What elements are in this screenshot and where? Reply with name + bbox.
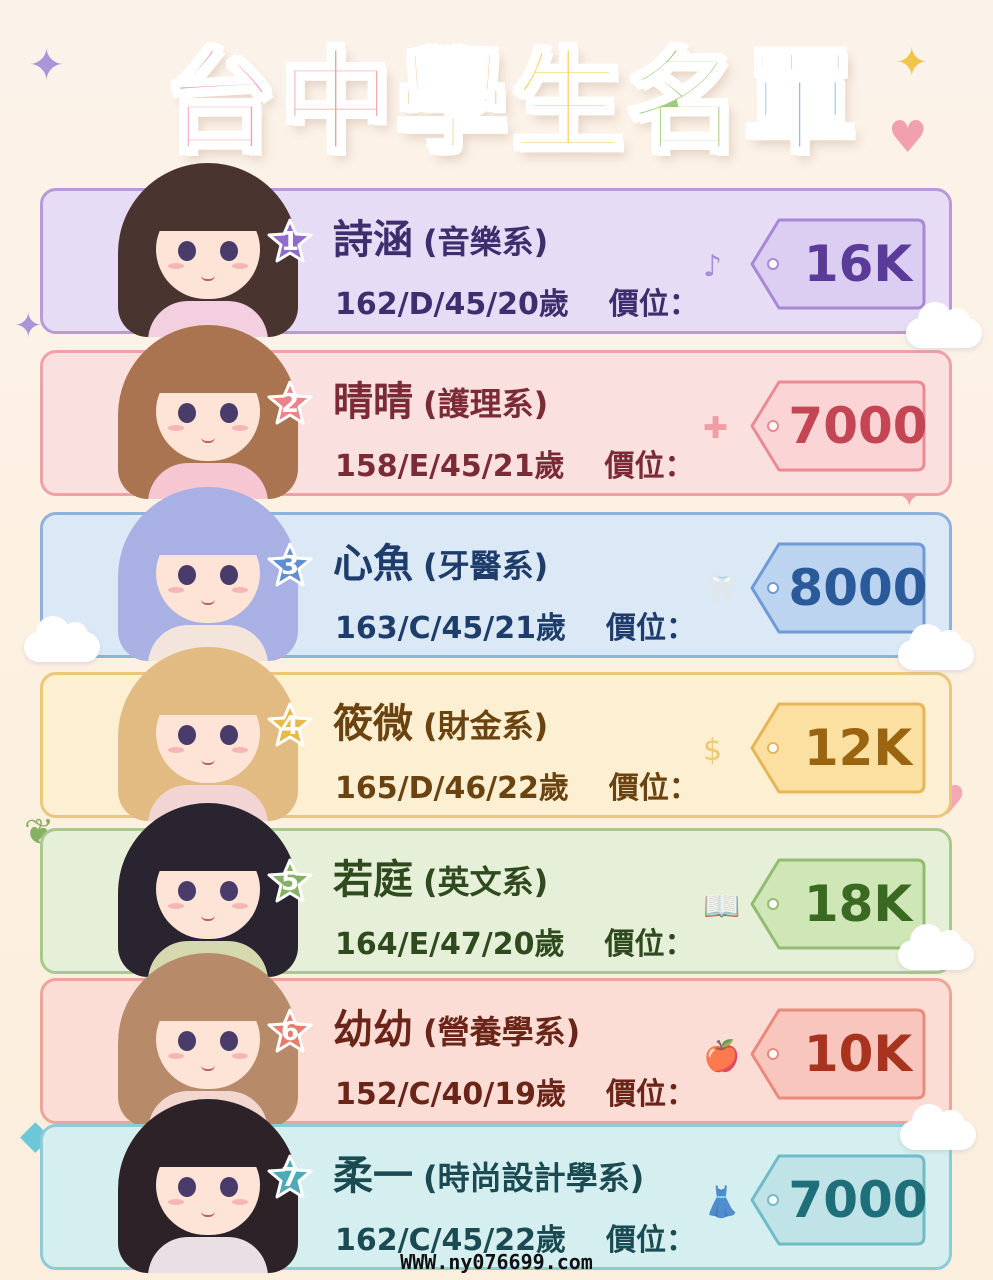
student-name: 幼幼: [333, 1007, 413, 1053]
price-label: 價位：: [604, 927, 695, 962]
title-char: 單: [742, 38, 858, 168]
student-card[interactable]: 4 筱微 (財金系) 165/D/46/22歲 價位： $ 12K: [40, 647, 952, 821]
heart-icon: ♥: [888, 112, 928, 163]
sparkle-icon: ✦: [14, 306, 43, 346]
student-department: (財金系): [423, 707, 549, 745]
rank-number: 5: [280, 867, 300, 897]
cloud-decoration: [906, 302, 982, 348]
student-name: 詩涵: [333, 217, 413, 263]
price-label: 價位：: [606, 1077, 697, 1112]
cloud-decoration: [24, 616, 100, 662]
price-value: 8000: [788, 559, 928, 617]
rank-number: 1: [280, 227, 300, 257]
price-tag[interactable]: 18K: [749, 857, 927, 951]
price-tag[interactable]: 12K: [749, 701, 927, 795]
price-label: 價位：: [604, 449, 695, 484]
book-icon: 📖: [703, 889, 741, 924]
price-value: 7000: [788, 1171, 928, 1229]
tooth-icon: 🦷: [703, 573, 741, 608]
dollar-icon: $: [703, 733, 723, 768]
student-card[interactable]: 7 柔一 (時尚設計學系) 162/C/45/22歲 價位： 👗 7000: [40, 1099, 952, 1273]
price-tag[interactable]: 10K: [749, 1007, 927, 1101]
medical-cross-icon: ✚: [703, 411, 729, 446]
price-tag[interactable]: 7000: [749, 379, 928, 473]
title-char: 台: [162, 38, 278, 168]
student-department: (音樂系): [423, 223, 549, 261]
music-note-icon: ♪: [703, 249, 723, 284]
rank-badge: 4: [265, 701, 315, 751]
rank-badge: 3: [265, 541, 315, 591]
title-char: 學: [394, 38, 510, 168]
price-tag[interactable]: 7000: [749, 1153, 928, 1247]
student-card[interactable]: 2 晴晴 (護理系) 158/E/45/21歲 價位： ✚ 7000: [40, 325, 952, 499]
student-name: 柔一: [333, 1153, 413, 1199]
cloud-decoration: [898, 924, 974, 970]
rank-badge: 5: [265, 857, 315, 907]
title-char: 中: [278, 38, 394, 168]
sparkle-icon: ✦: [895, 40, 929, 86]
student-stats: 165/D/46/22歲: [335, 771, 569, 806]
price-value: 16K: [803, 235, 913, 293]
title-char: 生: [510, 38, 626, 168]
student-name: 心魚: [333, 541, 413, 587]
cloud-decoration: [900, 1104, 976, 1150]
price-value: 12K: [803, 719, 913, 777]
sparkle-icon: ✦: [28, 40, 65, 91]
student-name: 筱微: [333, 701, 413, 747]
student-stats: 158/E/45/21歲: [335, 449, 565, 484]
price-tag[interactable]: 16K: [749, 217, 927, 311]
apple-icon: 🍎: [703, 1039, 741, 1074]
student-card[interactable]: 5 若庭 (英文系) 164/E/47/20歲 價位： 📖 18K: [40, 803, 952, 977]
student-department: (護理系): [423, 385, 549, 423]
student-card[interactable]: 3 心魚 (牙醫系) 163/C/45/21歲 價位： 🦷 8000: [40, 487, 952, 661]
student-department: (時尚設計學系): [423, 1159, 645, 1197]
student-stats: 162/D/45/20歲: [335, 287, 569, 322]
rank-number: 3: [280, 551, 300, 581]
student-department: (英文系): [423, 863, 549, 901]
price-label: 價位：: [608, 287, 699, 322]
price-value: 7000: [788, 397, 928, 455]
rank-badge: 6: [265, 1007, 315, 1057]
title-char: 名: [626, 38, 742, 168]
price-tag[interactable]: 8000: [749, 541, 928, 635]
student-department: (牙醫系): [423, 547, 549, 585]
student-department: (營養學系): [423, 1013, 581, 1051]
student-card[interactable]: 1 詩涵 (音樂系) 162/D/45/20歲 價位： ♪ 16K: [40, 163, 952, 337]
price-label: 價位：: [606, 611, 697, 646]
rank-badge: 7: [265, 1153, 315, 1203]
student-stats: 164/E/47/20歲: [335, 927, 565, 962]
student-stats: 152/C/40/19歲: [335, 1077, 567, 1112]
student-name: 若庭: [333, 857, 413, 903]
price-value: 18K: [803, 875, 913, 933]
cloud-decoration: [898, 624, 974, 670]
page-title: 台中學生名單: [150, 28, 870, 178]
rank-number: 2: [280, 389, 300, 419]
rank-badge: 2: [265, 379, 315, 429]
rank-number: 6: [280, 1017, 300, 1047]
student-stats: 163/C/45/21歲: [335, 611, 567, 646]
student-name: 晴晴: [333, 379, 413, 425]
footer-url: WWW.ny076699.com: [400, 1250, 593, 1274]
price-value: 10K: [803, 1025, 913, 1083]
dress-form-icon: 👗: [703, 1185, 741, 1220]
rank-badge: 1: [265, 217, 315, 267]
price-label: 價位：: [608, 771, 699, 806]
rank-number: 7: [280, 1163, 300, 1193]
rank-number: 4: [280, 711, 300, 741]
